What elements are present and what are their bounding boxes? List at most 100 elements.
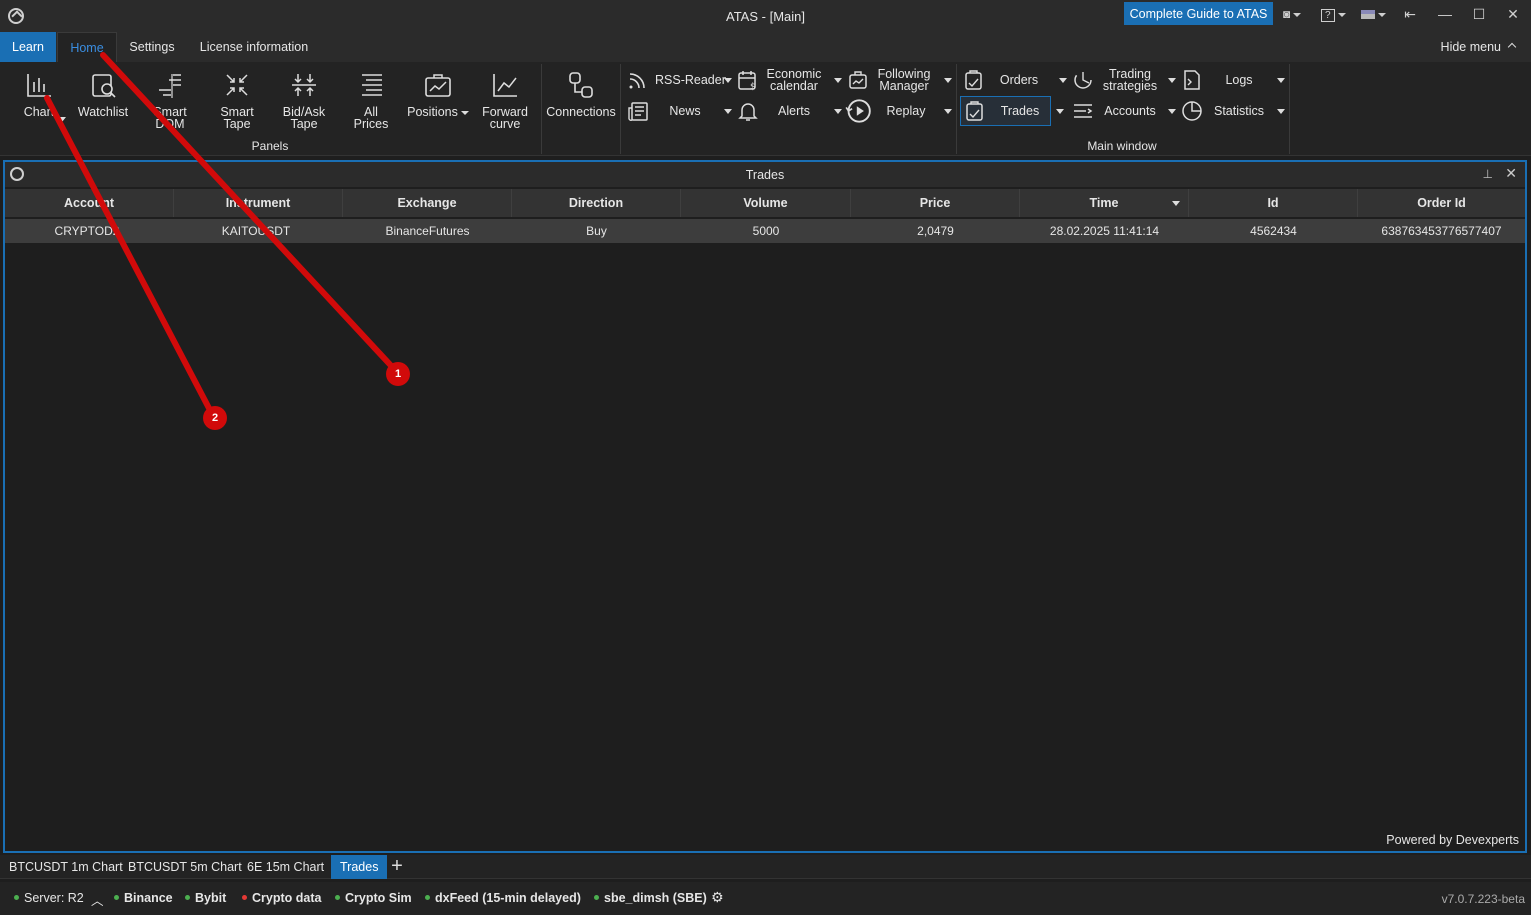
column-exchange[interactable]: Exchange (343, 189, 512, 217)
trades-dropdown-icon[interactable] (1056, 109, 1064, 114)
economic-calendar-dropdown-icon[interactable] (834, 78, 842, 83)
forward-curve-button[interactable]: Forward curve (478, 66, 532, 138)
connections-icon (569, 72, 593, 98)
trades-button[interactable]: Trades (960, 96, 1051, 126)
tab-btcusdt-1m-chart[interactable]: BTCUSDT 1m Chart (0, 855, 132, 879)
pin-icon[interactable]: ⊥ (1483, 167, 1493, 181)
cell-direction: Buy (586, 224, 607, 238)
bid-ask-tape-icon (292, 74, 316, 96)
column-account[interactable]: Account (5, 189, 174, 217)
panel-close-icon[interactable]: ✕ (1505, 165, 1517, 182)
positions-icon (425, 74, 451, 97)
rss-dropdown-icon[interactable] (724, 78, 732, 83)
tab-home[interactable]: Home (57, 32, 117, 62)
tab-trades[interactable]: Trades (331, 855, 388, 879)
status-dot-icon (242, 895, 247, 900)
add-tab-icon[interactable]: + (387, 856, 407, 877)
pin-window-icon[interactable]: ⇤ (1400, 4, 1420, 24)
trading-strategies-button[interactable]: Trading strategies (1072, 67, 1176, 93)
language-flag-icon[interactable] (1361, 6, 1386, 22)
status-dot-icon (14, 895, 19, 900)
help-icon[interactable]: ? (1321, 6, 1346, 22)
tab-6e-15m-chart[interactable]: 6E 15m Chart (238, 855, 333, 879)
accounts-button[interactable]: Accounts (1072, 98, 1176, 124)
all-prices-button[interactable]: All Prices (345, 66, 397, 138)
news-dropdown-icon[interactable] (724, 109, 732, 114)
hide-menu-button[interactable]: Hide menu (1440, 40, 1517, 54)
following-manager-button[interactable]: Following Manager (847, 67, 952, 93)
gear-icon[interactable]: ⚙ (711, 889, 724, 906)
panels-group-label: Panels (251, 139, 289, 153)
orders-dropdown-icon[interactable] (1059, 78, 1067, 83)
connection-label: Crypto data (252, 891, 322, 905)
positions-button[interactable]: Positions (406, 66, 470, 138)
connections-button[interactable]: Connections (546, 66, 616, 138)
window-title: ATAS - [Main] (726, 9, 805, 24)
ribbon-home: Chart Watchlist Smart DOM Smart Tape Bid… (0, 62, 1531, 156)
logs-icon (1184, 70, 1200, 90)
smart-dom-button[interactable]: Smart DOM (145, 66, 195, 138)
rss-label: RSS-Reader (655, 73, 726, 87)
replay-dropdown-icon[interactable] (944, 109, 952, 114)
camera-icon[interactable]: ◙ (1283, 6, 1302, 22)
column-time[interactable]: Time (1020, 189, 1189, 217)
cell-exchange: BinanceFutures (385, 224, 470, 238)
strategies-icon (1074, 71, 1092, 89)
following-manager-icon (849, 71, 867, 89)
rss-reader-button[interactable]: RSS-Reader (627, 67, 732, 93)
alerts-dropdown-icon[interactable] (834, 109, 842, 114)
bid-ask-tape-button[interactable]: Bid/Ask Tape (276, 66, 332, 138)
maximize-icon[interactable]: ☐ (1469, 4, 1489, 24)
connection-bybit[interactable]: Bybit (185, 891, 226, 905)
replay-button[interactable]: Replay (845, 98, 952, 124)
hide-menu-label: Hide menu (1440, 40, 1501, 54)
news-button[interactable]: News (627, 98, 732, 124)
complete-guide-button[interactable]: Complete Guide to ATAS (1124, 2, 1273, 25)
connection-crypto-sim[interactable]: Crypto Sim (335, 891, 412, 905)
following-manager-label: Following Manager (877, 67, 931, 93)
chevron-up-icon[interactable]: ︿ (91, 890, 104, 909)
connection-crypto-data[interactable]: Crypto data (242, 891, 321, 905)
column-price[interactable]: Price (851, 189, 1020, 217)
logs-dropdown-icon[interactable] (1277, 78, 1285, 83)
watchlist-label: Watchlist (77, 105, 129, 119)
positions-label: Positions (406, 106, 470, 118)
accounts-dropdown-icon[interactable] (1168, 109, 1176, 114)
connection-sbe-dimsh[interactable]: sbe_dimsh (SBE) (594, 891, 707, 905)
tab-learn[interactable]: Learn (0, 32, 56, 62)
annotation-marker-2: 2 (203, 406, 227, 430)
economic-calendar-button[interactable]: $ Economic calendar (737, 67, 842, 93)
tab-settings[interactable]: Settings (121, 32, 183, 62)
column-id[interactable]: Id (1189, 189, 1358, 217)
minimize-icon[interactable]: — (1435, 4, 1455, 24)
statistics-dropdown-icon[interactable] (1277, 109, 1285, 114)
connection-binance[interactable]: Binance (114, 891, 173, 905)
chart-button[interactable]: Chart (10, 66, 68, 138)
tab-license-information[interactable]: License information (193, 32, 315, 62)
tab-btcusdt-5m-chart[interactable]: BTCUSDT 5m Chart (119, 855, 251, 879)
rss-icon (629, 73, 645, 89)
chart-dropdown-icon[interactable] (58, 117, 66, 122)
column-direction[interactable]: Direction (512, 189, 681, 217)
server-status[interactable]: Server: R2 (14, 891, 84, 905)
column-volume[interactable]: Volume (681, 189, 851, 217)
logs-button[interactable]: Logs (1181, 67, 1285, 93)
statistics-button[interactable]: Statistics (1181, 98, 1285, 124)
all-prices-label: All Prices (353, 105, 389, 131)
close-icon[interactable]: ✕ (1503, 4, 1523, 24)
trading-strategies-dropdown-icon[interactable] (1168, 78, 1176, 83)
column-instrument[interactable]: Instrument (174, 189, 343, 217)
alerts-label: Alerts (778, 104, 810, 118)
table-row[interactable]: CRYPTOD2 KAITOUSDT BinanceFutures Buy 50… (5, 219, 1525, 243)
smart-dom-icon (159, 74, 181, 98)
connection-dxfeed[interactable]: dxFeed (15-min delayed) (425, 891, 581, 905)
smart-tape-button[interactable]: Smart Tape (212, 66, 262, 138)
alerts-button[interactable]: Alerts (737, 98, 842, 124)
orders-button[interactable]: Orders (963, 67, 1067, 93)
news-icon (628, 102, 648, 121)
accounts-icon (1074, 104, 1093, 118)
column-order-id[interactable]: Order Id (1358, 189, 1525, 217)
following-manager-dropdown-icon[interactable] (944, 78, 952, 83)
sort-descending-icon[interactable] (1172, 201, 1180, 206)
watchlist-button[interactable]: Watchlist (74, 66, 132, 138)
